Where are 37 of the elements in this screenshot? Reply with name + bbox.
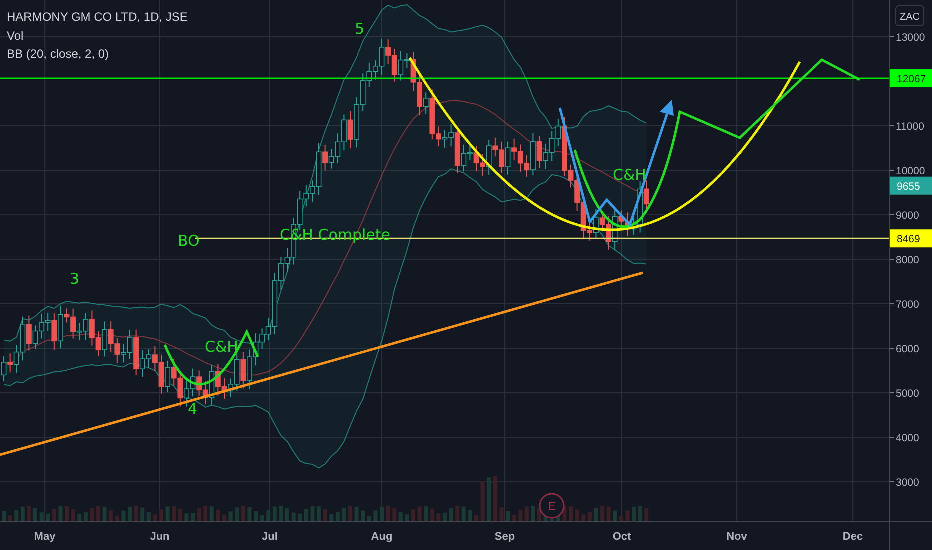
time-axis-label: Jun: [150, 531, 170, 543]
projection-path[interactable]: [574, 58, 861, 228]
price-axis-label: 9000: [896, 210, 920, 222]
time-axis-label: Dec: [842, 531, 864, 543]
time-axis-label: Aug: [371, 531, 393, 543]
price-axis-label: 7000: [896, 299, 920, 311]
price-axis-label: 11000: [896, 121, 924, 133]
chart-title: HARMONY GM CO LTD, 1D, JSE: [7, 10, 188, 24]
small-cup-curve[interactable]: [164, 330, 260, 386]
breakout-line[interactable]: [195, 238, 890, 240]
cup-curve[interactable]: [408, 57, 802, 231]
price-axis-label: 10000: [896, 166, 926, 178]
price-axis-label: 8000: [896, 254, 920, 266]
trend-line[interactable]: [0, 272, 644, 456]
chart-annotation: C&H: [205, 338, 238, 356]
price-axis-label: 3000: [896, 477, 920, 489]
chart-annotation: 4: [188, 400, 198, 418]
price-tag: 9655: [890, 176, 932, 195]
price-tag: 12067: [890, 70, 932, 88]
chart-annotation: 5: [355, 20, 365, 38]
chart-annotation: C&H: [613, 166, 646, 184]
currency-button[interactable]: ZAC: [896, 6, 924, 26]
time-axis-label: Oct: [612, 531, 632, 543]
price-tag: 8469: [890, 230, 932, 248]
price-axis-label: 5000: [896, 388, 920, 400]
chart-annotation: BO: [178, 232, 200, 250]
time-axis-label: May: [34, 531, 56, 543]
time-axis-label: Sep: [494, 531, 516, 543]
time-axis-label: Jul: [262, 531, 278, 543]
indicator-label[interactable]: Vol: [7, 29, 24, 43]
price-axis-label: 13000: [896, 32, 926, 44]
chart-annotation: 3: [70, 270, 80, 288]
indicator-label[interactable]: BB (20, close, 2, 0): [7, 47, 110, 61]
price-axis-label: 6000: [896, 344, 920, 356]
time-axis-label: Nov: [726, 531, 748, 543]
price-axis-label: 4000: [896, 432, 920, 444]
arrow-path[interactable]: [558, 100, 674, 228]
